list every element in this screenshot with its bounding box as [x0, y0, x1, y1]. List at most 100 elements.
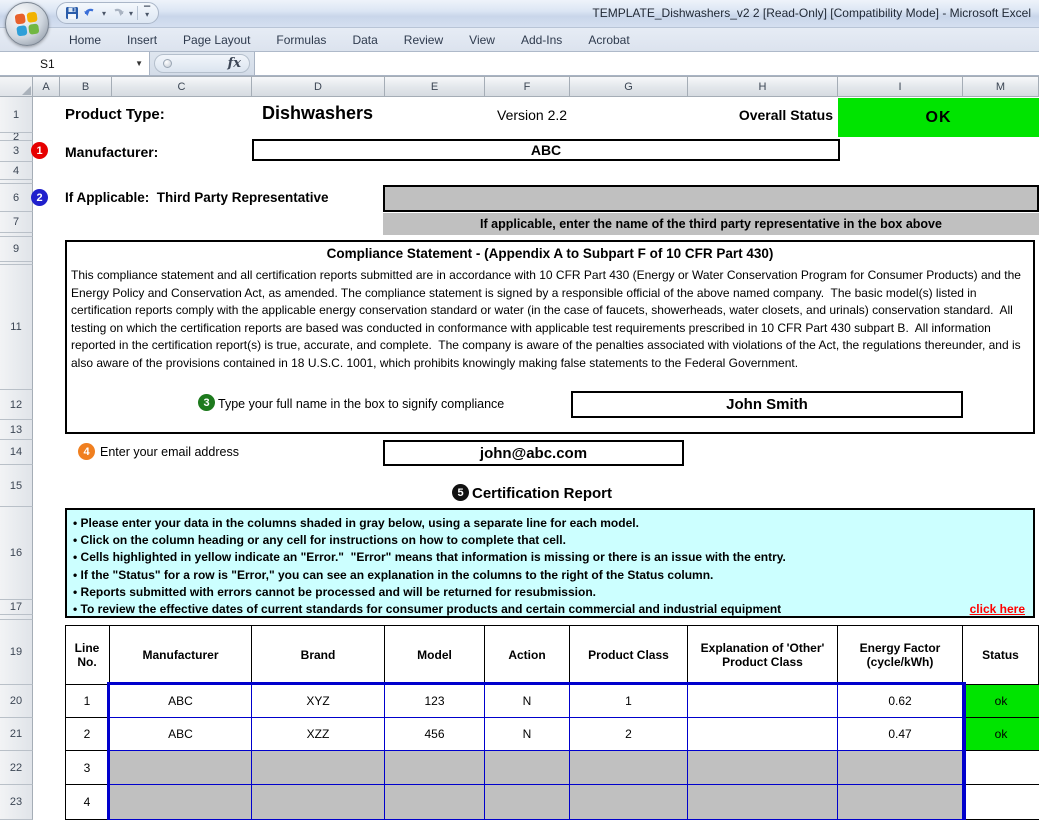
line-number-cell[interactable]: 3 [65, 751, 110, 785]
column-header-H[interactable]: H [688, 76, 838, 97]
name-box-dropdown-icon[interactable]: ▼ [135, 59, 143, 68]
table-cell[interactable]: 123 [385, 685, 485, 718]
table-cell[interactable]: 1 [570, 685, 688, 718]
table-header-cell[interactable]: Brand [252, 625, 385, 685]
table-cell[interactable] [838, 785, 963, 820]
column-header-M[interactable]: M [963, 76, 1039, 97]
table-cell[interactable] [385, 785, 485, 820]
row-header-2[interactable]: 2 [0, 133, 33, 141]
table-cell[interactable] [252, 751, 385, 785]
name-box[interactable]: S1 ▼ [0, 52, 150, 75]
tab-formulas[interactable]: Formulas [263, 30, 339, 50]
table-cell[interactable] [688, 785, 838, 820]
undo-dropdown-icon[interactable]: ▾ [102, 9, 106, 18]
column-header-I[interactable]: I [838, 76, 963, 97]
line-number-cell[interactable]: 4 [65, 785, 110, 820]
row-header-15[interactable]: 15 [0, 465, 33, 507]
table-cell[interactable] [838, 751, 963, 785]
row-header-19[interactable]: 19 [0, 620, 33, 685]
table-cell[interactable]: N [485, 685, 570, 718]
office-button[interactable] [5, 2, 49, 46]
tab-data[interactable]: Data [339, 30, 390, 50]
qat-customize-icon[interactable]: ▔▾ [142, 9, 150, 17]
click-here-link[interactable]: click here [970, 601, 1027, 618]
table-cell[interactable] [485, 785, 570, 820]
save-icon[interactable] [65, 6, 79, 20]
table-cell[interactable] [570, 785, 688, 820]
insert-function-control[interactable]: fx [154, 54, 250, 73]
column-header-D[interactable]: D [252, 76, 385, 97]
row-header-3[interactable]: 3 [0, 141, 33, 162]
tab-page-layout[interactable]: Page Layout [170, 30, 263, 50]
third-party-input[interactable] [383, 185, 1039, 212]
status-cell[interactable]: ok [963, 685, 1039, 718]
table-cell[interactable] [485, 751, 570, 785]
row-header-7[interactable]: 7 [0, 212, 33, 233]
row-header-6[interactable]: 6 [0, 184, 33, 212]
table-cell[interactable] [688, 751, 838, 785]
row-header-13[interactable]: 13 [0, 420, 33, 440]
row-header-21[interactable]: 21 [0, 718, 33, 751]
table-header-cell[interactable]: Product Class [570, 625, 688, 685]
tab-insert[interactable]: Insert [114, 30, 170, 50]
row-header-17[interactable]: 17 [0, 600, 33, 615]
table-cell[interactable] [688, 685, 838, 718]
table-cell[interactable]: N [485, 718, 570, 751]
table-cell[interactable] [385, 751, 485, 785]
table-cell[interactable]: ABC [110, 718, 252, 751]
table-cell[interactable]: 456 [385, 718, 485, 751]
tab-review[interactable]: Review [391, 30, 456, 50]
formula-input[interactable] [254, 52, 1039, 75]
tab-add-ins[interactable]: Add-Ins [508, 30, 575, 50]
redo-icon[interactable] [110, 7, 125, 20]
table-header-cell[interactable]: Action [485, 625, 570, 685]
row-header-23[interactable]: 23 [0, 785, 33, 820]
tab-home[interactable]: Home [56, 30, 114, 50]
status-cell[interactable] [963, 751, 1039, 785]
signature-input[interactable]: John Smith [571, 391, 963, 418]
column-header-E[interactable]: E [385, 76, 485, 97]
select-all-corner[interactable] [0, 76, 33, 97]
table-cell[interactable]: 0.62 [838, 685, 963, 718]
table-cell[interactable]: 0.47 [838, 718, 963, 751]
tab-view[interactable]: View [456, 30, 508, 50]
column-header-C[interactable]: C [112, 76, 252, 97]
column-header-B[interactable]: B [60, 76, 112, 97]
status-cell[interactable]: ok [963, 718, 1039, 751]
table-cell[interactable]: XYZ [252, 685, 385, 718]
email-input[interactable]: john@abc.com [383, 440, 684, 466]
table-cell[interactable] [110, 785, 252, 820]
line-number-cell[interactable]: 1 [65, 685, 110, 718]
table-header-cell[interactable]: Model [385, 625, 485, 685]
row-header-12[interactable]: 12 [0, 390, 33, 420]
table-cell[interactable] [110, 751, 252, 785]
overall-status-cell[interactable]: OK [838, 98, 1039, 137]
table-header-cell[interactable]: Explanation of 'Other' Product Class [688, 625, 838, 685]
row-header-4[interactable]: 4 [0, 162, 33, 180]
row-header-9[interactable]: 9 [0, 237, 33, 262]
table-cell[interactable] [570, 751, 688, 785]
table-header-cell[interactable]: Line No. [65, 625, 110, 685]
column-header-G[interactable]: G [570, 76, 688, 97]
table-cell[interactable]: XZZ [252, 718, 385, 751]
row-header-11[interactable]: 11 [0, 265, 33, 390]
table-header-cell[interactable]: Manufacturer [110, 625, 252, 685]
table-header-cell[interactable]: Energy Factor (cycle/kWh) [838, 625, 963, 685]
row-header-20[interactable]: 20 [0, 685, 33, 718]
column-header-A[interactable]: A [33, 76, 60, 97]
table-header-cell[interactable]: Status [963, 625, 1039, 685]
row-header-22[interactable]: 22 [0, 751, 33, 785]
column-header-F[interactable]: F [485, 76, 570, 97]
redo-dropdown-icon[interactable]: ▾ [129, 9, 133, 18]
status-cell[interactable] [963, 785, 1039, 820]
line-number-cell[interactable]: 2 [65, 718, 110, 751]
manufacturer-input[interactable]: ABC [252, 139, 840, 161]
row-header-14[interactable]: 14 [0, 440, 33, 465]
tab-acrobat[interactable]: Acrobat [575, 30, 642, 50]
undo-icon[interactable] [83, 7, 98, 20]
table-cell[interactable] [688, 718, 838, 751]
table-cell[interactable]: ABC [110, 685, 252, 718]
table-cell[interactable]: 2 [570, 718, 688, 751]
row-header-16[interactable]: 16 [0, 507, 33, 600]
row-header-1[interactable]: 1 [0, 97, 33, 133]
